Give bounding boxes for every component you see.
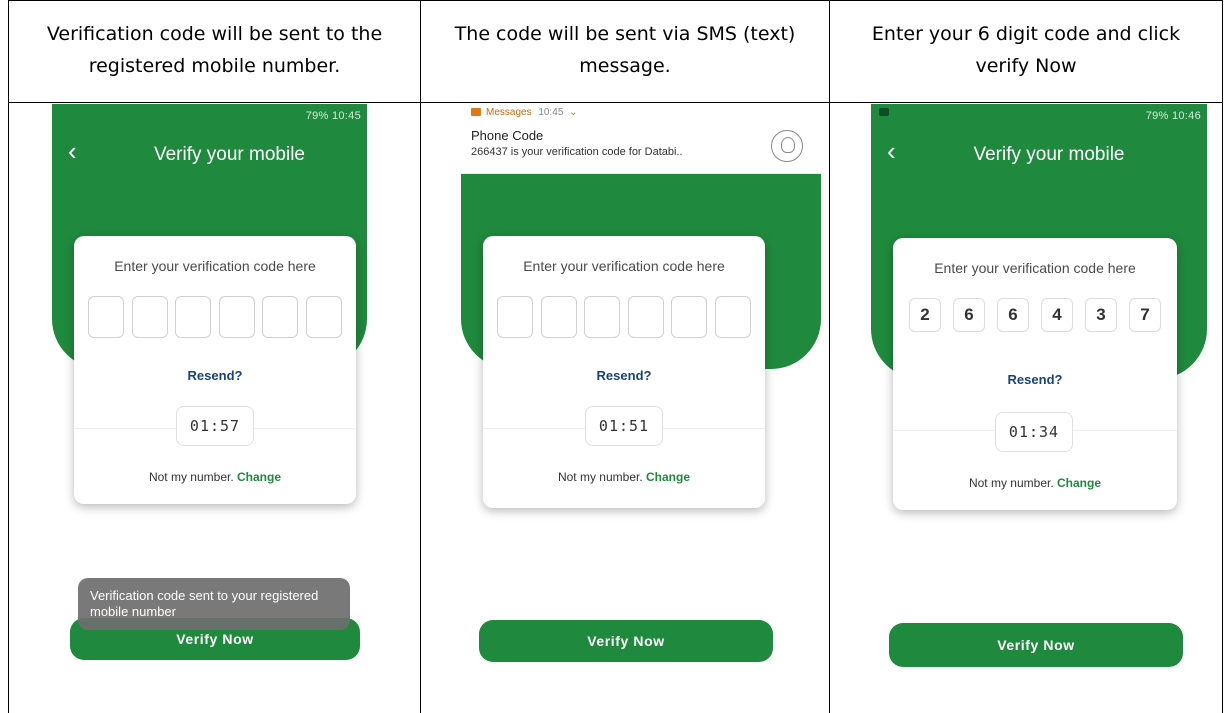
- otp-digit-2[interactable]: 6: [953, 298, 985, 332]
- not-my-number-text: Not my number.: [968, 476, 1054, 490]
- message-icon: [471, 108, 481, 117]
- not-my-number-text: Not my number.: [557, 470, 643, 484]
- appbar-title: Verify your mobile: [153, 144, 305, 165]
- table-border-col2: [829, 0, 830, 713]
- countdown-timer: 01:51: [585, 406, 663, 446]
- resend-link[interactable]: Resend?: [893, 372, 1177, 387]
- screenshot-panel-3: 79% 10:46 ‹ Verify your mobile Enter you…: [871, 104, 1207, 710]
- otp-digit-3[interactable]: [584, 296, 621, 338]
- not-my-number: Not my number. Change: [893, 476, 1177, 490]
- notification-time: 10:45: [538, 107, 564, 118]
- otp-digit-4[interactable]: 4: [1041, 298, 1073, 332]
- table-border-col1: [420, 0, 421, 713]
- verification-card: Enter your verification code here Resend…: [74, 236, 356, 504]
- verification-card: Enter your verification code here Resend…: [483, 236, 765, 508]
- notification-body: 266437 is your verification code for Dat…: [471, 146, 683, 158]
- otp-digit-6[interactable]: [714, 296, 751, 338]
- otp-digit-2[interactable]: [131, 296, 168, 338]
- message-icon: [879, 108, 889, 116]
- table-border-right: [1222, 0, 1223, 713]
- screenshot-panel-1: 79% 10:45 ‹ Verify your mobile Enter you…: [52, 104, 367, 710]
- otp-digit-3[interactable]: 6: [997, 298, 1029, 332]
- change-number-link[interactable]: Change: [237, 470, 281, 484]
- not-my-number-text: Not my number.: [148, 470, 234, 484]
- avatar-icon: [771, 130, 803, 162]
- chevron-down-icon: ⌄: [569, 107, 578, 118]
- verify-now-button[interactable]: Verify Now: [479, 620, 773, 662]
- card-prompt: Enter your verification code here: [114, 258, 316, 274]
- otp-digit-3[interactable]: [175, 296, 212, 338]
- otp-digit-1[interactable]: 2: [909, 298, 941, 332]
- status-bar: 79% 10:45: [305, 110, 361, 122]
- otp-digit-1[interactable]: [88, 296, 124, 338]
- otp-digit-5[interactable]: [671, 296, 708, 338]
- status-bar: 79% 10:46: [1145, 110, 1201, 122]
- resend-link[interactable]: Resend?: [74, 368, 356, 383]
- otp-digit-4[interactable]: [218, 296, 255, 338]
- verification-card: Enter your verification code here 2 6 6 …: [893, 238, 1177, 510]
- resend-link[interactable]: Resend?: [483, 368, 765, 383]
- otp-input-row: [88, 296, 342, 338]
- notification-app-name: Messages: [486, 107, 532, 118]
- verify-now-button[interactable]: Verify Now: [889, 623, 1183, 667]
- countdown-timer: 01:57: [176, 406, 254, 446]
- appbar-title: Verify your mobile: [973, 144, 1125, 165]
- otp-input-row: [497, 296, 751, 338]
- header-cell-2: The code will be sent via SMS (text) mes…: [454, 23, 796, 77]
- otp-digit-4[interactable]: [627, 296, 664, 338]
- otp-digit-5[interactable]: 3: [1085, 298, 1117, 332]
- notification-app: Messages 10:45 ⌄: [471, 107, 578, 118]
- countdown-timer: 01:34: [995, 412, 1073, 452]
- table-border-left: [8, 0, 9, 713]
- otp-digit-5[interactable]: [262, 296, 299, 338]
- change-number-link[interactable]: Change: [646, 470, 690, 484]
- table-border-top: [8, 0, 1223, 1]
- otp-digit-6[interactable]: [305, 296, 342, 338]
- card-prompt: Enter your verification code here: [523, 258, 725, 274]
- sms-notification[interactable]: Messages 10:45 ⌄ Phone Code 266437 is yo…: [461, 104, 821, 174]
- table-border-header: [8, 102, 1223, 103]
- otp-digit-6[interactable]: 7: [1129, 298, 1161, 332]
- otp-digit-2[interactable]: [540, 296, 577, 338]
- otp-digit-1[interactable]: [497, 296, 533, 338]
- notification-title: Phone Code: [471, 128, 544, 143]
- header-cell-3: Enter your 6 digit code and click verify…: [871, 23, 1181, 77]
- not-my-number: Not my number. Change: [74, 470, 356, 484]
- screenshot-panel-2: Messages 10:45 ⌄ Phone Code 266437 is yo…: [461, 104, 821, 710]
- otp-input-row: 2 6 6 4 3 7: [909, 298, 1161, 332]
- header-cell-1: Verification code will be sent to the re…: [46, 23, 383, 77]
- change-number-link[interactable]: Change: [1057, 476, 1101, 490]
- not-my-number: Not my number. Change: [483, 470, 765, 484]
- toast-message: Verification code sent to your registere…: [78, 578, 350, 630]
- card-prompt: Enter your verification code here: [934, 260, 1136, 276]
